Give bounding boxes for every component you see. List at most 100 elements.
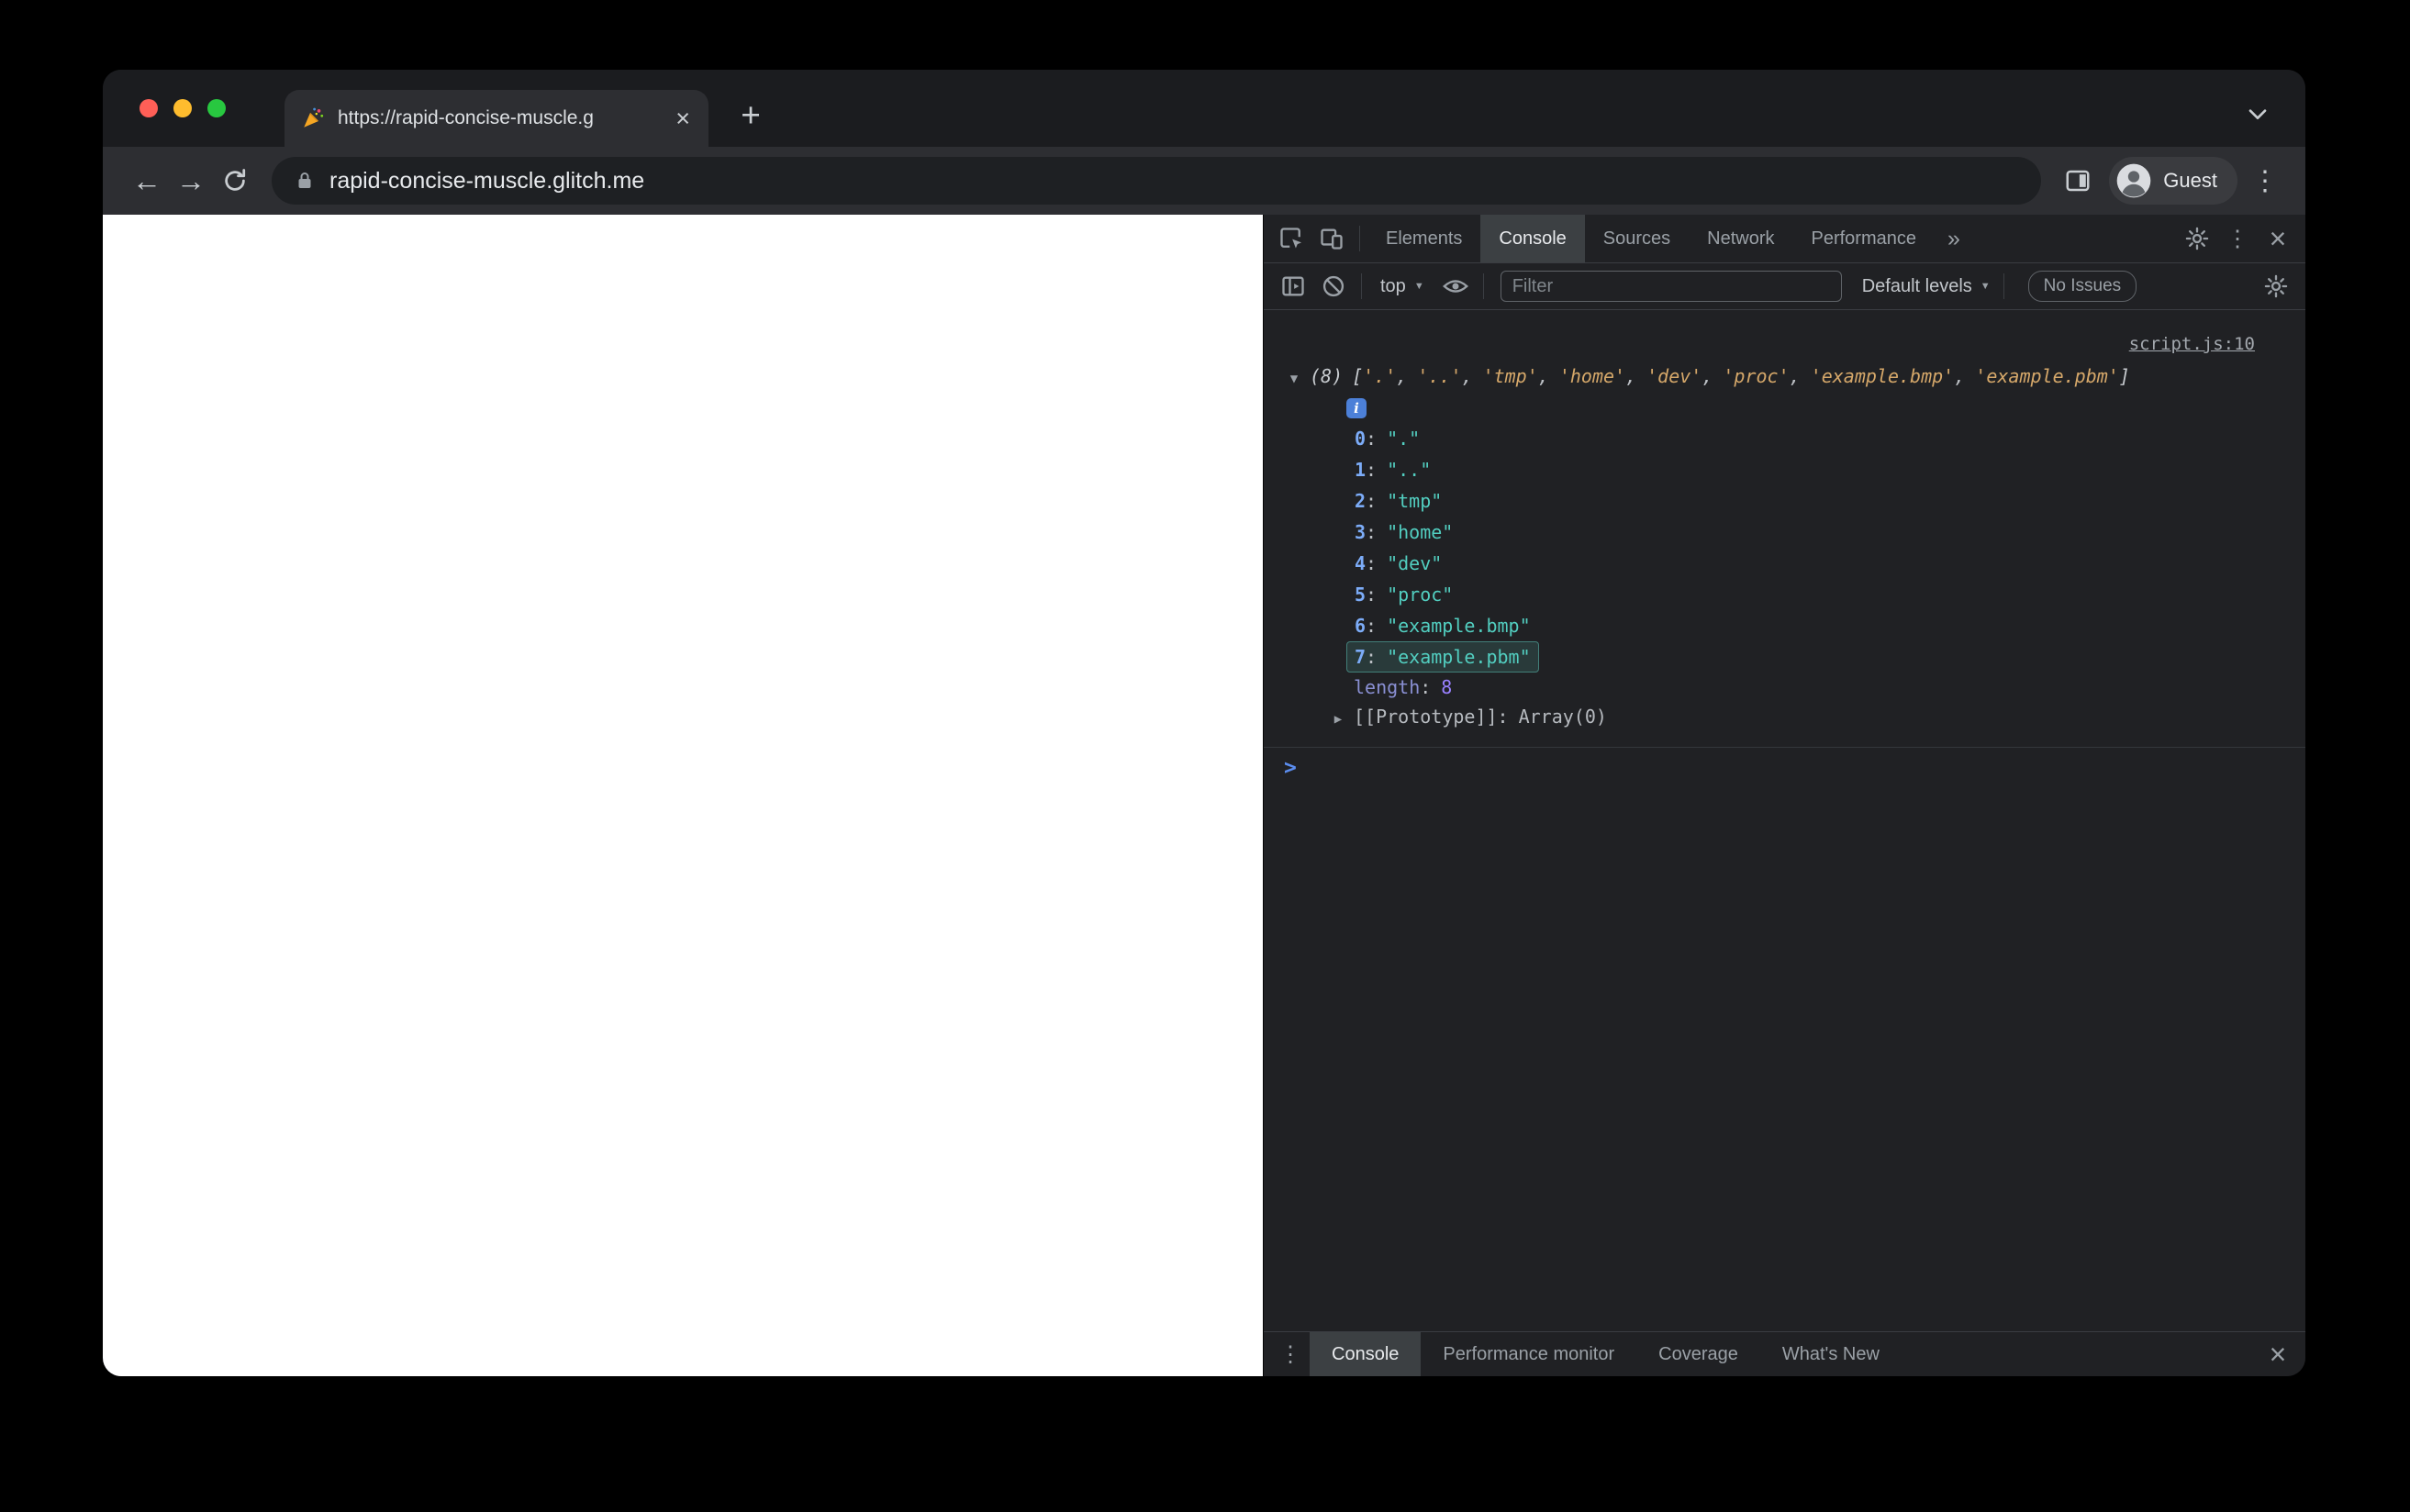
tab-title: https://rapid-concise-muscle.g [338, 107, 594, 128]
entry-index: 2 [1355, 490, 1367, 512]
console-prompt[interactable]: > [1264, 748, 2305, 788]
clear-console-icon [1322, 275, 1344, 297]
tab-close-icon[interactable]: × [674, 106, 692, 131]
side-panel-button[interactable] [2056, 159, 2100, 203]
devtools-panel: Elements Console Sources Network Perform… [1263, 215, 2305, 1376]
guest-avatar-icon [2116, 163, 2151, 198]
devtools-tab-label: Console [1499, 228, 1567, 249]
browser-toolbar: ← → rapid-concise-muscle.glitch.me Guest… [103, 147, 2305, 215]
reload-button[interactable] [213, 159, 257, 203]
console-sidebar-icon [1282, 276, 1304, 296]
entry-colon: : [1366, 584, 1378, 606]
traffic-lights [139, 99, 226, 117]
array-entry-row: 5: "proc" [1264, 579, 2305, 610]
entry-index: 0 [1355, 428, 1367, 450]
preview-string: 'tmp' [1482, 365, 1538, 387]
array-entries: 0: "." 1: ".." 2: "tmp" 3: "home" 4: "de… [1264, 423, 2305, 673]
filter-input[interactable] [1500, 271, 1842, 302]
clear-console-button[interactable] [1313, 273, 1354, 299]
preview-string: 'example.pbm' [1975, 365, 2119, 387]
devtools-tabbar-right: ⋮ × [2177, 215, 2298, 262]
tab-search-chevron-icon[interactable] [2243, 99, 2272, 128]
issues-counter[interactable]: No Issues [2027, 271, 2137, 302]
profile-button[interactable]: Guest [2109, 157, 2237, 205]
entry-value: ".." [1387, 459, 1432, 481]
entry-chip: 2: "tmp" [1346, 485, 1450, 517]
console-output: script.js:10 ▼ (8) ['.', '..','tmp','home',… [1264, 310, 2305, 1331]
devtools-tab[interactable]: Performance [1793, 215, 1936, 262]
new-tab-button[interactable]: + [731, 95, 771, 136]
drawer-tab[interactable]: Console [1310, 1332, 1422, 1376]
drawer-tab-label: Coverage [1658, 1343, 1738, 1364]
preview-string: '.' [1363, 365, 1397, 387]
toolbar-separator [2003, 273, 2004, 299]
toolbar-separator [1359, 226, 1360, 251]
console-settings-button[interactable] [2256, 273, 2296, 299]
preview-string: '..' [1417, 365, 1462, 387]
forward-button[interactable]: → [169, 159, 213, 203]
entry-colon: : [1366, 646, 1378, 668]
back-button[interactable]: ← [125, 159, 169, 203]
entry-value: "proc" [1387, 584, 1454, 606]
drawer-tab[interactable]: Performance monitor [1421, 1332, 1636, 1376]
drawer-tabs: Console Performance monitor Coverage Wha… [1310, 1332, 1902, 1376]
prototype-row: ▶ [[Prototype]]: Array(0) [1264, 702, 2305, 734]
drawer-tab[interactable]: What's New [1760, 1332, 1902, 1376]
entry-index: 7 [1355, 646, 1367, 668]
source-link[interactable]: script.js:10 [2129, 334, 2255, 354]
devtools-tab[interactable]: Elements [1367, 215, 1480, 262]
expand-triangle-icon[interactable]: ▶ [1322, 705, 1354, 734]
comma: , [1461, 365, 1473, 387]
side-panel-icon [2066, 170, 2090, 192]
preview-string: 'example.bmp' [1810, 365, 1955, 387]
entry-colon: : [1366, 615, 1378, 637]
drawer-tab-label: Console [1332, 1343, 1400, 1364]
drawer-tab[interactable]: Coverage [1636, 1332, 1760, 1376]
drawer-menu-button[interactable]: ⋮ [1271, 1332, 1310, 1376]
entry-colon: : [1366, 490, 1378, 512]
entry-value: "home" [1387, 521, 1454, 543]
inspect-element-button[interactable] [1271, 215, 1311, 262]
frame-context-select[interactable]: top ▼ [1369, 276, 1435, 297]
devtools-tab[interactable]: Sources [1585, 215, 1689, 262]
devtools-menu-button[interactable]: ⋮ [2217, 215, 2258, 262]
array-entry-row: 0: "." [1264, 423, 2305, 454]
entry-chip: 1: ".." [1346, 454, 1439, 485]
entry-value: "dev" [1387, 552, 1443, 574]
entry-chip: 0: "." [1346, 423, 1428, 454]
comma: , [1537, 365, 1549, 387]
entry-colon: : [1366, 459, 1378, 481]
array-count: (8) [1310, 365, 1344, 387]
devtools-settings-button[interactable] [2177, 215, 2217, 262]
comma: , [1702, 365, 1713, 387]
prototype-label: [[Prototype]] [1354, 706, 1498, 728]
devtools-tab-label: Elements [1386, 228, 1463, 249]
url-text: rapid-concise-muscle.glitch.me [329, 167, 645, 194]
browser-menu-button[interactable]: ⋮ [2247, 159, 2283, 203]
minimize-window-button[interactable] [173, 99, 192, 117]
log-levels-select[interactable]: Default levels ▼ [1857, 276, 1996, 297]
preview-string: 'home' [1558, 365, 1626, 387]
device-toolbar-button[interactable] [1311, 215, 1352, 262]
toolbar-separator [1361, 273, 1362, 299]
comma: , [1789, 365, 1801, 387]
browser-tab[interactable]: https://rapid-concise-muscle.g × [285, 90, 708, 147]
array-entry-row: 2: "tmp" [1264, 485, 2305, 517]
devtools-tab-label: Performance [1811, 228, 1917, 249]
preview-string: 'proc' [1723, 365, 1790, 387]
drawer-close-button[interactable]: × [2258, 1332, 2298, 1376]
live-expression-button[interactable] [1435, 273, 1476, 299]
devtools-tab[interactable]: Console [1480, 215, 1585, 262]
device-toolbar-icon [1321, 228, 1343, 250]
collapse-triangle-icon[interactable]: ▼ [1278, 364, 1310, 394]
more-panels-button[interactable]: » [1935, 215, 1973, 262]
omnibox[interactable]: rapid-concise-muscle.glitch.me [272, 157, 2042, 205]
devtools-tab[interactable]: Network [1689, 215, 1792, 262]
close-window-button[interactable] [139, 99, 158, 117]
devtools-close-button[interactable]: × [2258, 215, 2298, 262]
array-entry-row: 4: "dev" [1264, 548, 2305, 579]
preview-string: 'dev' [1646, 365, 1702, 387]
console-sidebar-toggle-button[interactable] [1273, 273, 1313, 299]
array-entry-row: 7: "example.pbm" [1264, 641, 2305, 673]
zoom-window-button[interactable] [207, 99, 226, 117]
